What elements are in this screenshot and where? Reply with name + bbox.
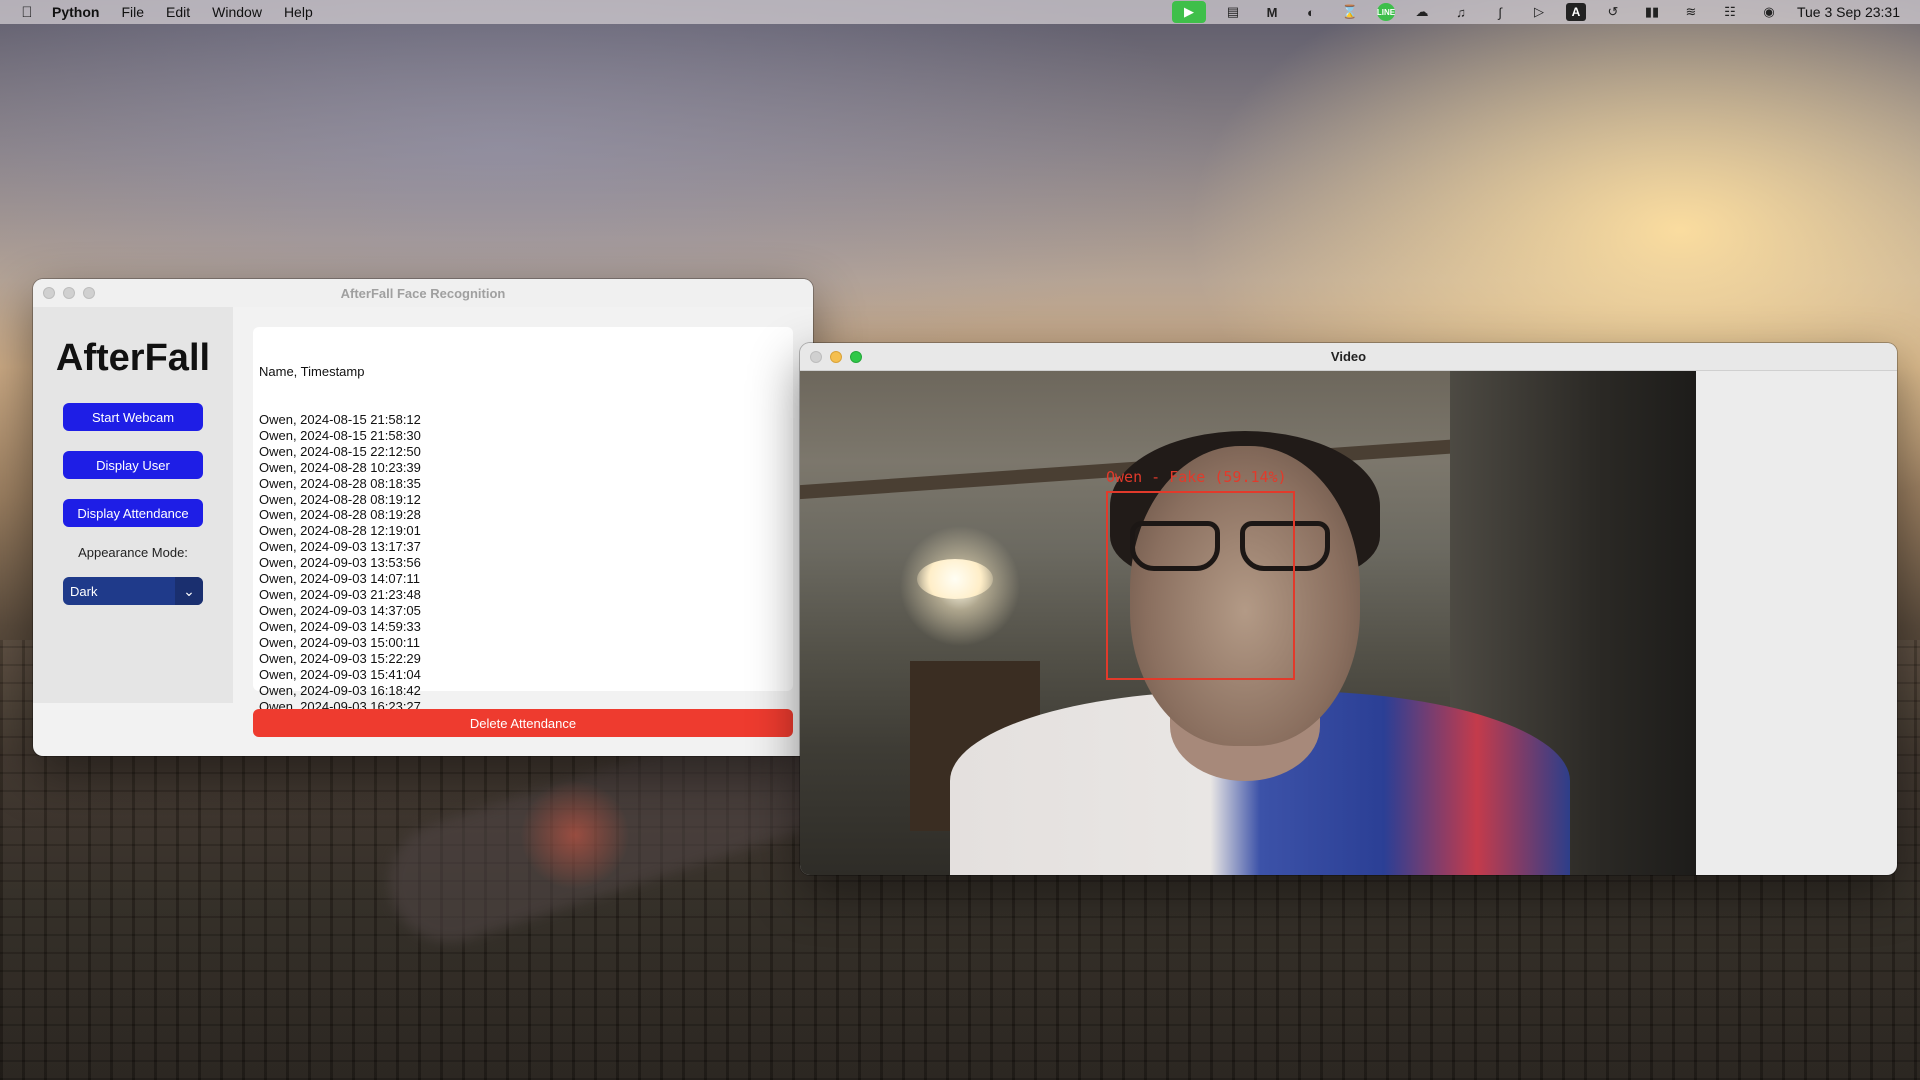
clock[interactable]: Tue 3 Sep 23:31 bbox=[1797, 4, 1900, 20]
afterfall-window: AfterFall Face Recognition AfterFall Sta… bbox=[33, 279, 813, 756]
attendance-row: Owen, 2024-09-03 13:53:56 bbox=[259, 555, 421, 571]
attendance-row: Owen, 2024-09-03 15:22:29 bbox=[259, 651, 421, 667]
attendance-row: Owen, 2024-08-28 08:19:28 bbox=[259, 507, 421, 523]
attendance-row: Owen, 2024-08-15 22:12:50 bbox=[259, 443, 421, 459]
zoom-button[interactable] bbox=[83, 287, 95, 299]
attendance-row: Owen, 2024-08-28 08:19:12 bbox=[259, 491, 421, 507]
wifi-icon[interactable]: ≋ bbox=[1679, 3, 1703, 21]
zoom-button[interactable] bbox=[850, 351, 862, 363]
hourglass-icon[interactable]: ⌛ bbox=[1338, 3, 1362, 21]
attendance-row: Owen, 2024-08-15 21:58:30 bbox=[259, 427, 421, 443]
input-source-icon[interactable]: A bbox=[1565, 3, 1586, 21]
window-controls bbox=[810, 351, 862, 363]
bluetooth-icon[interactable]: ∫ bbox=[1488, 3, 1512, 21]
menu-help[interactable]: Help bbox=[284, 4, 313, 20]
menu-file[interactable]: File bbox=[121, 4, 144, 20]
lamp bbox=[917, 559, 993, 599]
attendance-row: Owen, 2024-09-03 15:00:11 bbox=[259, 635, 420, 651]
minimize-button[interactable] bbox=[830, 351, 842, 363]
menu-app-name[interactable]: Python bbox=[52, 4, 99, 20]
siri-icon[interactable]: ◉ bbox=[1757, 3, 1781, 21]
face-detection-box bbox=[1106, 491, 1295, 680]
attendance-row: Owen, 2024-09-03 14:37:05 bbox=[259, 603, 421, 619]
face-detection-label: Owen - Fake (59.14%) bbox=[1106, 468, 1287, 486]
drive-icon[interactable]: ◐ bbox=[1299, 3, 1323, 21]
time-machine-icon[interactable]: ↺ bbox=[1601, 3, 1625, 21]
menu-edit[interactable]: Edit bbox=[166, 4, 190, 20]
attendance-textbox[interactable]: Name, Timestamp Owen, 2024-08-15 21:58:1… bbox=[253, 327, 793, 714]
close-button[interactable] bbox=[43, 287, 55, 299]
menu-window[interactable]: Window bbox=[212, 4, 262, 20]
document-icon[interactable]: ▤ bbox=[1221, 3, 1245, 21]
chevron-down-icon[interactable]: ⌄ bbox=[175, 577, 203, 605]
attendance-row: Owen, 2024-09-03 16:18:42 bbox=[259, 682, 421, 698]
attendance-row: Owen, 2024-08-28 12:19:01 bbox=[259, 523, 421, 539]
appearance-mode-value: Dark bbox=[70, 584, 98, 599]
attendance-row: Owen, 2024-08-28 10:23:39 bbox=[259, 459, 421, 475]
video-window: Video Owen - Fake (59.14%) bbox=[800, 343, 1897, 875]
window-title: AfterFall Face Recognition bbox=[340, 285, 506, 301]
app-logo: AfterFall bbox=[55, 337, 211, 379]
menu-bar:  Python File Edit Window Help ▶ ▤ M ◐ ⌛… bbox=[0, 0, 1920, 24]
apple-icon[interactable]:  bbox=[16, 1, 38, 23]
attendance-row: Owen, 2024-09-03 14:59:33 bbox=[259, 619, 421, 635]
start-webcam-button[interactable]: Start Webcam bbox=[63, 403, 203, 431]
appearance-mode-select[interactable]: Dark ⌄ bbox=[63, 577, 203, 605]
attendance-row: Owen, 2024-09-03 13:17:37 bbox=[259, 539, 421, 555]
delete-attendance-button[interactable]: Delete Attendance bbox=[253, 709, 793, 737]
facetime-camera-icon[interactable]: ▶ bbox=[1171, 1, 1206, 23]
minimize-button[interactable] bbox=[63, 287, 75, 299]
appearance-mode-label: Appearance Mode: bbox=[78, 545, 188, 560]
window-titlebar[interactable]: AfterFall Face Recognition bbox=[33, 279, 813, 307]
battery-icon[interactable]: ▮▮ bbox=[1640, 3, 1664, 21]
close-button[interactable] bbox=[810, 351, 822, 363]
attendance-header: Name, Timestamp bbox=[259, 363, 365, 379]
attendance-row: Owen, 2024-08-28 08:18:35 bbox=[259, 475, 421, 491]
malwarebytes-icon[interactable]: M bbox=[1260, 3, 1284, 21]
control-center-icon[interactable]: ☷ bbox=[1718, 3, 1742, 21]
video-window-title: Video bbox=[1330, 349, 1367, 364]
attendance-row: Owen, 2024-09-03 15:41:04 bbox=[259, 667, 421, 683]
attendance-row: Owen, 2024-08-15 21:58:12 bbox=[259, 411, 421, 427]
sidebar: AfterFall Start Webcam Display User Disp… bbox=[33, 307, 233, 703]
display-attendance-button[interactable]: Display Attendance bbox=[63, 499, 203, 527]
status-area: ▶ ▤ M ◐ ⌛ LINE ☁ ♫ ∫ ▷ A ↺ ▮▮ ≋ ☷ ◉ Tue … bbox=[1171, 0, 1900, 24]
webcam-frame: Owen - Fake (59.14%) bbox=[800, 371, 1696, 875]
play-icon[interactable]: ▷ bbox=[1527, 3, 1551, 21]
cloud-icon[interactable]: ☁ bbox=[1410, 3, 1434, 21]
attendance-row: Owen, 2024-09-03 21:23:48 bbox=[259, 587, 421, 603]
video-titlebar[interactable]: Video bbox=[800, 343, 1897, 371]
window-controls bbox=[43, 287, 95, 299]
attendance-row: Owen, 2024-09-03 14:07:11 bbox=[259, 571, 420, 587]
headphones-icon[interactable]: ♫ bbox=[1449, 3, 1473, 21]
display-user-button[interactable]: Display User bbox=[63, 451, 203, 479]
desktop-wallpaper-lens-flare bbox=[520, 780, 630, 890]
attendance-list: Name, Timestamp Owen, 2024-08-15 21:58:1… bbox=[259, 332, 421, 747]
line-icon[interactable]: LINE bbox=[1377, 3, 1395, 21]
